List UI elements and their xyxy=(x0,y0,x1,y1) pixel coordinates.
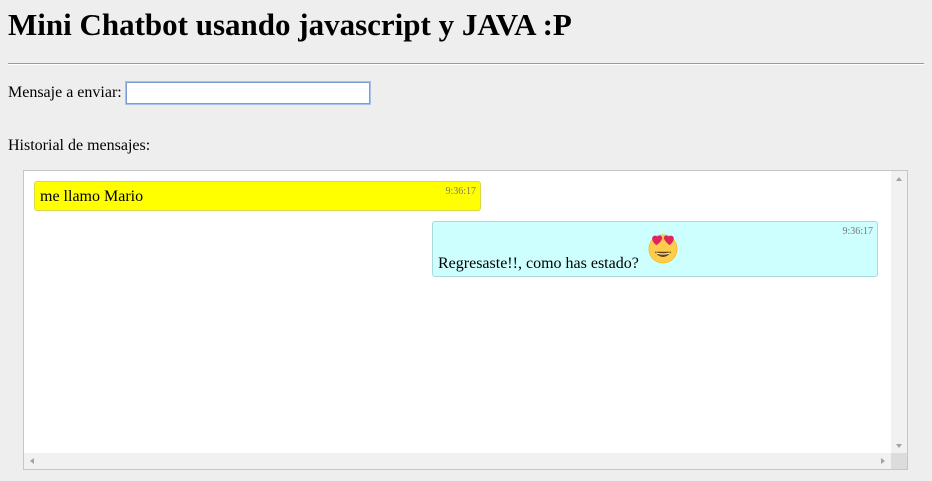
message-history[interactable]: me llamo Mario 9:36:17 Regresaste!!, com… xyxy=(23,170,908,470)
message-timestamp: 9:36:17 xyxy=(842,226,873,237)
scrollbar-corner xyxy=(891,453,907,469)
message-input[interactable] xyxy=(124,81,371,105)
message-text: me llamo Mario xyxy=(40,188,144,205)
history-label: Historial de mensajes: xyxy=(8,137,151,154)
vertical-scrollbar[interactable] xyxy=(891,171,907,454)
header-divider xyxy=(8,63,924,65)
scroll-right-arrow-icon[interactable] xyxy=(881,458,885,464)
scroll-left-arrow-icon[interactable] xyxy=(30,458,34,464)
scroll-up-arrow-icon[interactable] xyxy=(896,177,902,181)
message-label: Mensaje a enviar: xyxy=(8,84,122,101)
scroll-down-arrow-icon[interactable] xyxy=(896,444,902,448)
message-timestamp: 9:36:17 xyxy=(445,186,476,197)
message-text: Regresaste!!, como has estado? xyxy=(438,255,639,272)
page-title: Mini Chatbot usando javascript y JAVA :P xyxy=(8,7,572,42)
horizontal-scrollbar[interactable] xyxy=(24,453,891,469)
heart-eyes-emoji-icon xyxy=(648,234,678,264)
bot-message-bubble: Regresaste!!, como has estado? 9:36:17 xyxy=(432,221,878,277)
user-message-bubble: me llamo Mario 9:36:17 xyxy=(34,181,481,211)
compose-row: Mensaje a enviar: xyxy=(8,81,371,105)
